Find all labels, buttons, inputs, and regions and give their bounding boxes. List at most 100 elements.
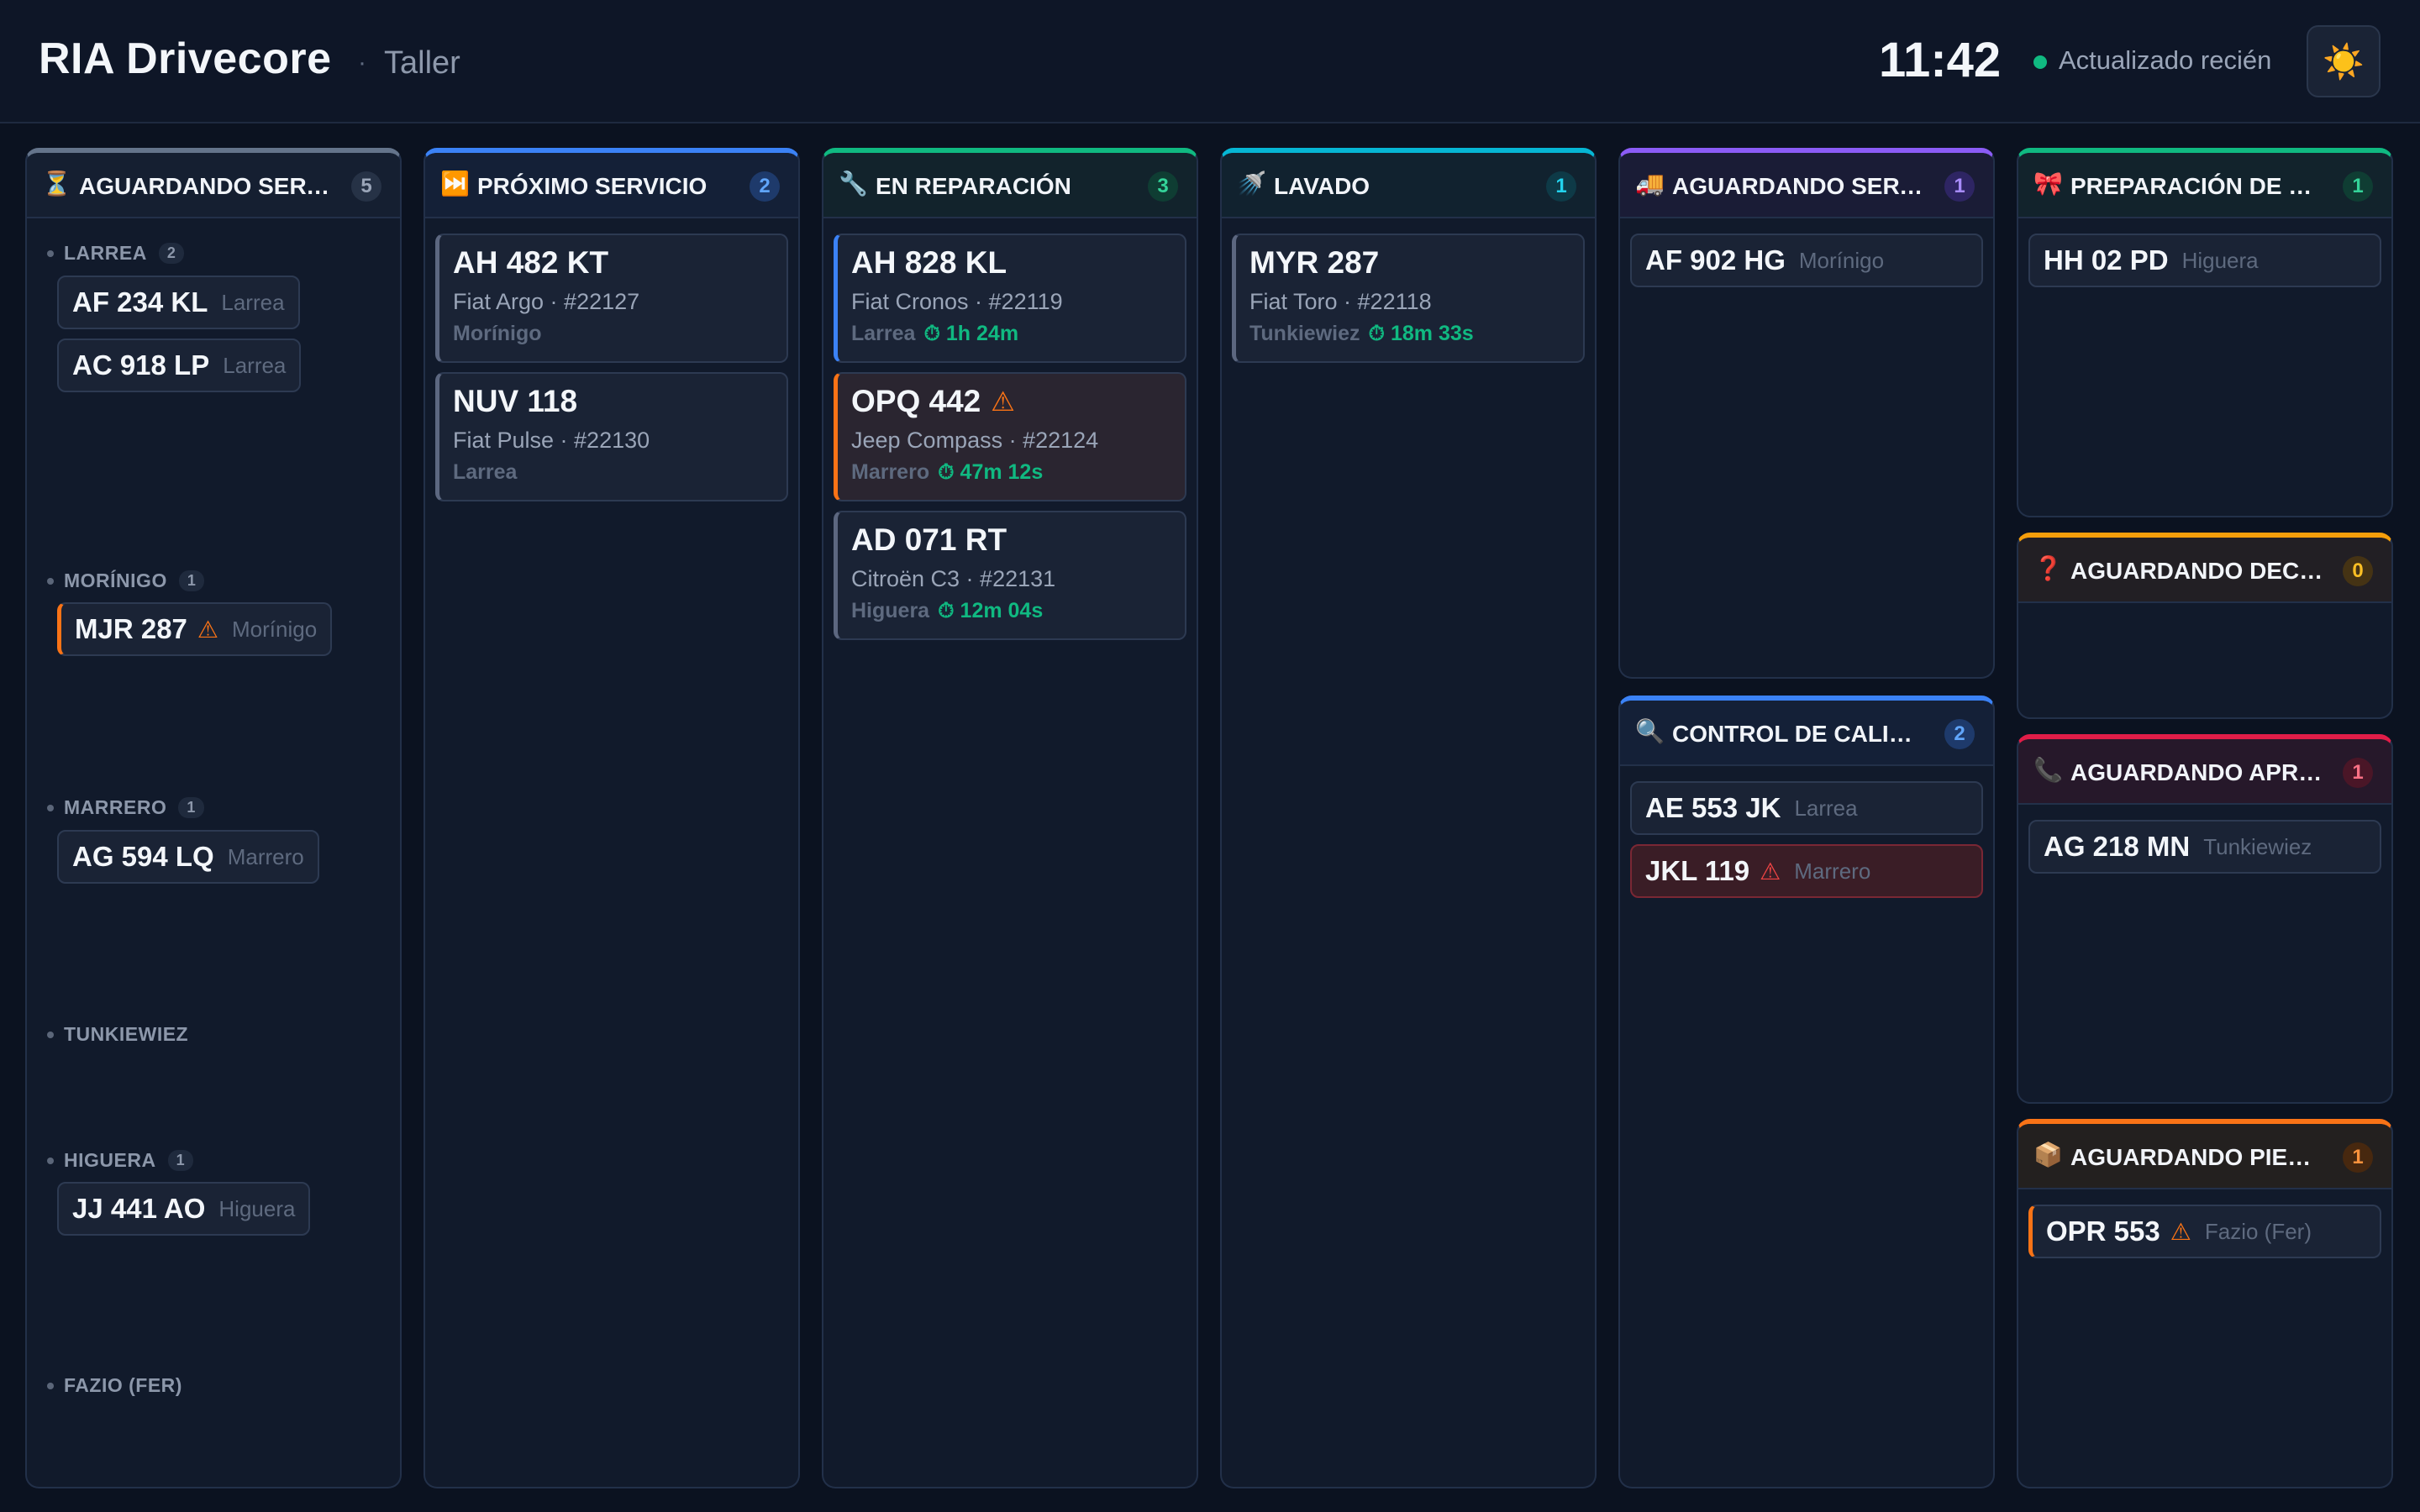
vehicle-card[interactable]: OPQ 442 ⚠ Jeep Compass · #22124 Marrero …	[834, 372, 1186, 501]
plate: AE 553 JK	[1645, 792, 1781, 823]
count-badge: 0	[2343, 556, 2373, 586]
vehicle-chip[interactable]: JJ 441 AO Higuera	[57, 1182, 311, 1236]
column-header[interactable]: 📦 AGUARDANDO PIEZAS 1	[2018, 1124, 2391, 1189]
column-header[interactable]: 🔧 EN REPARACIÓN 3	[823, 153, 1197, 218]
vehicle-chip[interactable]: JKL 119 ⚠ Marrero	[1630, 844, 1983, 898]
column-aguardando-servicio-externo: 🚚 AGUARDANDO SERVI… 1 AF 902 HG Morínigo	[1618, 148, 1995, 679]
hourglass-icon: ⏳	[42, 171, 71, 197]
group-marrero: MARRERO 1	[47, 796, 204, 819]
vehicle-card[interactable]: MYR 287 Fiat Toro · #22118 Tunkiewiez ⏱ …	[1232, 234, 1585, 363]
bullet-icon	[47, 1382, 54, 1389]
technician: Higuera	[2181, 247, 2259, 273]
plate: JKL 119	[1645, 855, 1750, 886]
vehicle-model: Fiat Argo · #22127	[453, 289, 640, 314]
plate: AF 234 KL	[72, 286, 208, 318]
column-header[interactable]: 🚚 AGUARDANDO SERVI… 1	[1620, 153, 1993, 218]
clock: 11:42	[1879, 33, 2002, 87]
group-tunkiewiez: TUNKIEWIEZ	[47, 1023, 188, 1046]
count-badge: 3	[1148, 171, 1178, 202]
plate: JJ 441 AO	[72, 1193, 206, 1224]
plate: MYR 287	[1249, 245, 1380, 280]
vehicle-card[interactable]: AH 828 KL Fiat Cronos · #22119 Larrea ⏱ …	[834, 234, 1186, 363]
column-header[interactable]: 🔍 CONTROL DE CALIDAD 2	[1620, 701, 1993, 766]
column-header[interactable]: 📞 AGUARDANDO APRO… 1	[2018, 739, 2391, 805]
column-lavado: 🚿 LAVADO 1 MYR 287 Fiat Toro · #22118 Tu…	[1220, 148, 1597, 1488]
plate: AH 828 KL	[851, 245, 1007, 280]
vehicle-chip[interactable]: AF 902 HG Morínigo	[1630, 234, 1983, 287]
column-header[interactable]: ⏳ AGUARDANDO SERV… 5	[27, 153, 400, 218]
magnifier-icon: 🔍	[1635, 718, 1665, 744]
column-en-reparacion: 🔧 EN REPARACIÓN 3 AH 828 KL Fiat Cronos …	[822, 148, 1198, 1488]
technician: Morínigo	[232, 616, 318, 642]
technician: Tunkiewiez	[1249, 322, 1360, 345]
bullet-icon	[47, 1031, 54, 1038]
column-title: EN REPARACIÓN	[876, 173, 1071, 199]
next-track-icon: ⏭️	[440, 171, 470, 197]
theme-toggle-button[interactable]: ☀️	[2307, 25, 2381, 97]
technician: Larrea	[1794, 795, 1858, 821]
count-badge: 1	[2343, 1142, 2373, 1173]
app-brand: RIA Drivecore	[39, 34, 332, 83]
technician: Marrero	[1794, 858, 1871, 884]
vehicle-chip[interactable]: AG 218 MN Tunkiewiez	[2028, 820, 2381, 874]
group-count: 1	[167, 1150, 194, 1171]
plate: AG 594 LQ	[72, 841, 214, 872]
vehicle-chip[interactable]: MJR 287 ⚠ Morínigo	[57, 602, 333, 656]
bullet-icon	[47, 249, 54, 257]
bullet-icon	[47, 577, 54, 585]
column-header[interactable]: ⏭️ PRÓXIMO SERVICIO 2	[425, 153, 798, 218]
vehicle-chip[interactable]: AG 594 LQ Marrero	[57, 830, 319, 884]
vehicle-model: Fiat Toro · #22118	[1249, 289, 1432, 314]
update-status: Actualizado recién	[2059, 45, 2272, 75]
group-name: FAZIO (FER)	[64, 1374, 182, 1396]
group-name: MORÍNIGO	[64, 570, 167, 591]
column-title: PREPARACIÓN DE EN…	[2070, 173, 2324, 199]
technician: Fazio (Fer)	[2204, 1218, 2312, 1244]
ribbon-icon: 🎀	[2033, 171, 2063, 197]
column-aguardando-servicio: ⏳ AGUARDANDO SERV… 5 LARREA 2 AF 234 KL …	[25, 148, 402, 1488]
plate: NUV 118	[453, 384, 578, 418]
vehicle-chip[interactable]: OPR 553 ⚠ Fazio (Fer)	[2028, 1205, 2381, 1258]
vehicle-card[interactable]: AD 071 RT Citroën C3 · #22131 Higuera ⏱ …	[834, 511, 1186, 640]
column-header[interactable]: ❓ AGUARDANDO DECI… 0	[2018, 538, 2391, 603]
column-aguardando-decision: ❓ AGUARDANDO DECI… 0	[2017, 533, 2393, 719]
column-title: AGUARDANDO DECI…	[2070, 558, 2324, 584]
count-badge: 1	[1546, 171, 1576, 202]
group-larrea: LARREA 2	[47, 242, 185, 265]
vehicle-model: Fiat Pulse · #22130	[453, 428, 650, 453]
vehicle-model: Citroën C3 · #22131	[851, 566, 1056, 591]
section-title: Taller	[384, 45, 460, 81]
vehicle-chip[interactable]: AC 918 LP Larrea	[57, 339, 302, 392]
truck-icon: 🚚	[1635, 171, 1665, 197]
elapsed-timer: ⏱ 12m 04s	[938, 599, 1044, 622]
vehicle-card[interactable]: AH 482 KT Fiat Argo · #22127 Morínigo	[435, 234, 788, 363]
column-header[interactable]: 🚿 LAVADO 1	[1222, 153, 1595, 218]
vehicle-chip[interactable]: AE 553 JK Larrea	[1630, 781, 1983, 835]
count-badge: 1	[2343, 171, 2373, 202]
technician: Larrea	[453, 460, 518, 484]
column-aguardando-aprobacion: 📞 AGUARDANDO APRO… 1 AG 218 MN Tunkiewie…	[2017, 734, 2393, 1104]
plate: AD 071 RT	[851, 522, 1007, 557]
column-header[interactable]: 🎀 PREPARACIÓN DE EN… 1	[2018, 153, 2391, 218]
group-name: LARREA	[64, 242, 147, 264]
group-fazio: FAZIO (FER)	[47, 1374, 182, 1397]
sun-icon: ☀️	[2323, 43, 2365, 81]
status-indicator-icon	[2033, 55, 2047, 69]
group-name: TUNKIEWIEZ	[64, 1023, 189, 1045]
column-title: CONTROL DE CALIDAD	[1672, 721, 1926, 747]
vehicle-card[interactable]: NUV 118 Fiat Pulse · #22130 Larrea	[435, 372, 788, 501]
group-name: HIGUERA	[64, 1149, 156, 1171]
count-badge: 1	[1944, 171, 1975, 202]
elapsed-timer: ⏱ 1h 24m	[923, 322, 1019, 345]
vehicle-chip[interactable]: AF 234 KL Larrea	[57, 276, 300, 329]
vehicle-chip[interactable]: HH 02 PD Higuera	[2028, 234, 2381, 287]
column-control-calidad: 🔍 CONTROL DE CALIDAD 2 AE 553 JK Larrea …	[1618, 696, 1995, 1488]
warning-icon: ⚠	[1760, 858, 1781, 885]
plate: AF 902 HG	[1645, 244, 1786, 276]
group-morinigo: MORÍNIGO 1	[47, 570, 205, 592]
group-higuera: HIGUERA 1	[47, 1149, 194, 1172]
technician: Marrero	[851, 460, 930, 484]
plate: MJR 287	[75, 613, 187, 644]
column-aguardando-piezas: 📦 AGUARDANDO PIEZAS 1 OPR 553 ⚠ Fazio (F…	[2017, 1119, 2393, 1488]
vehicle-model: Fiat Cronos · #22119	[851, 289, 1063, 314]
